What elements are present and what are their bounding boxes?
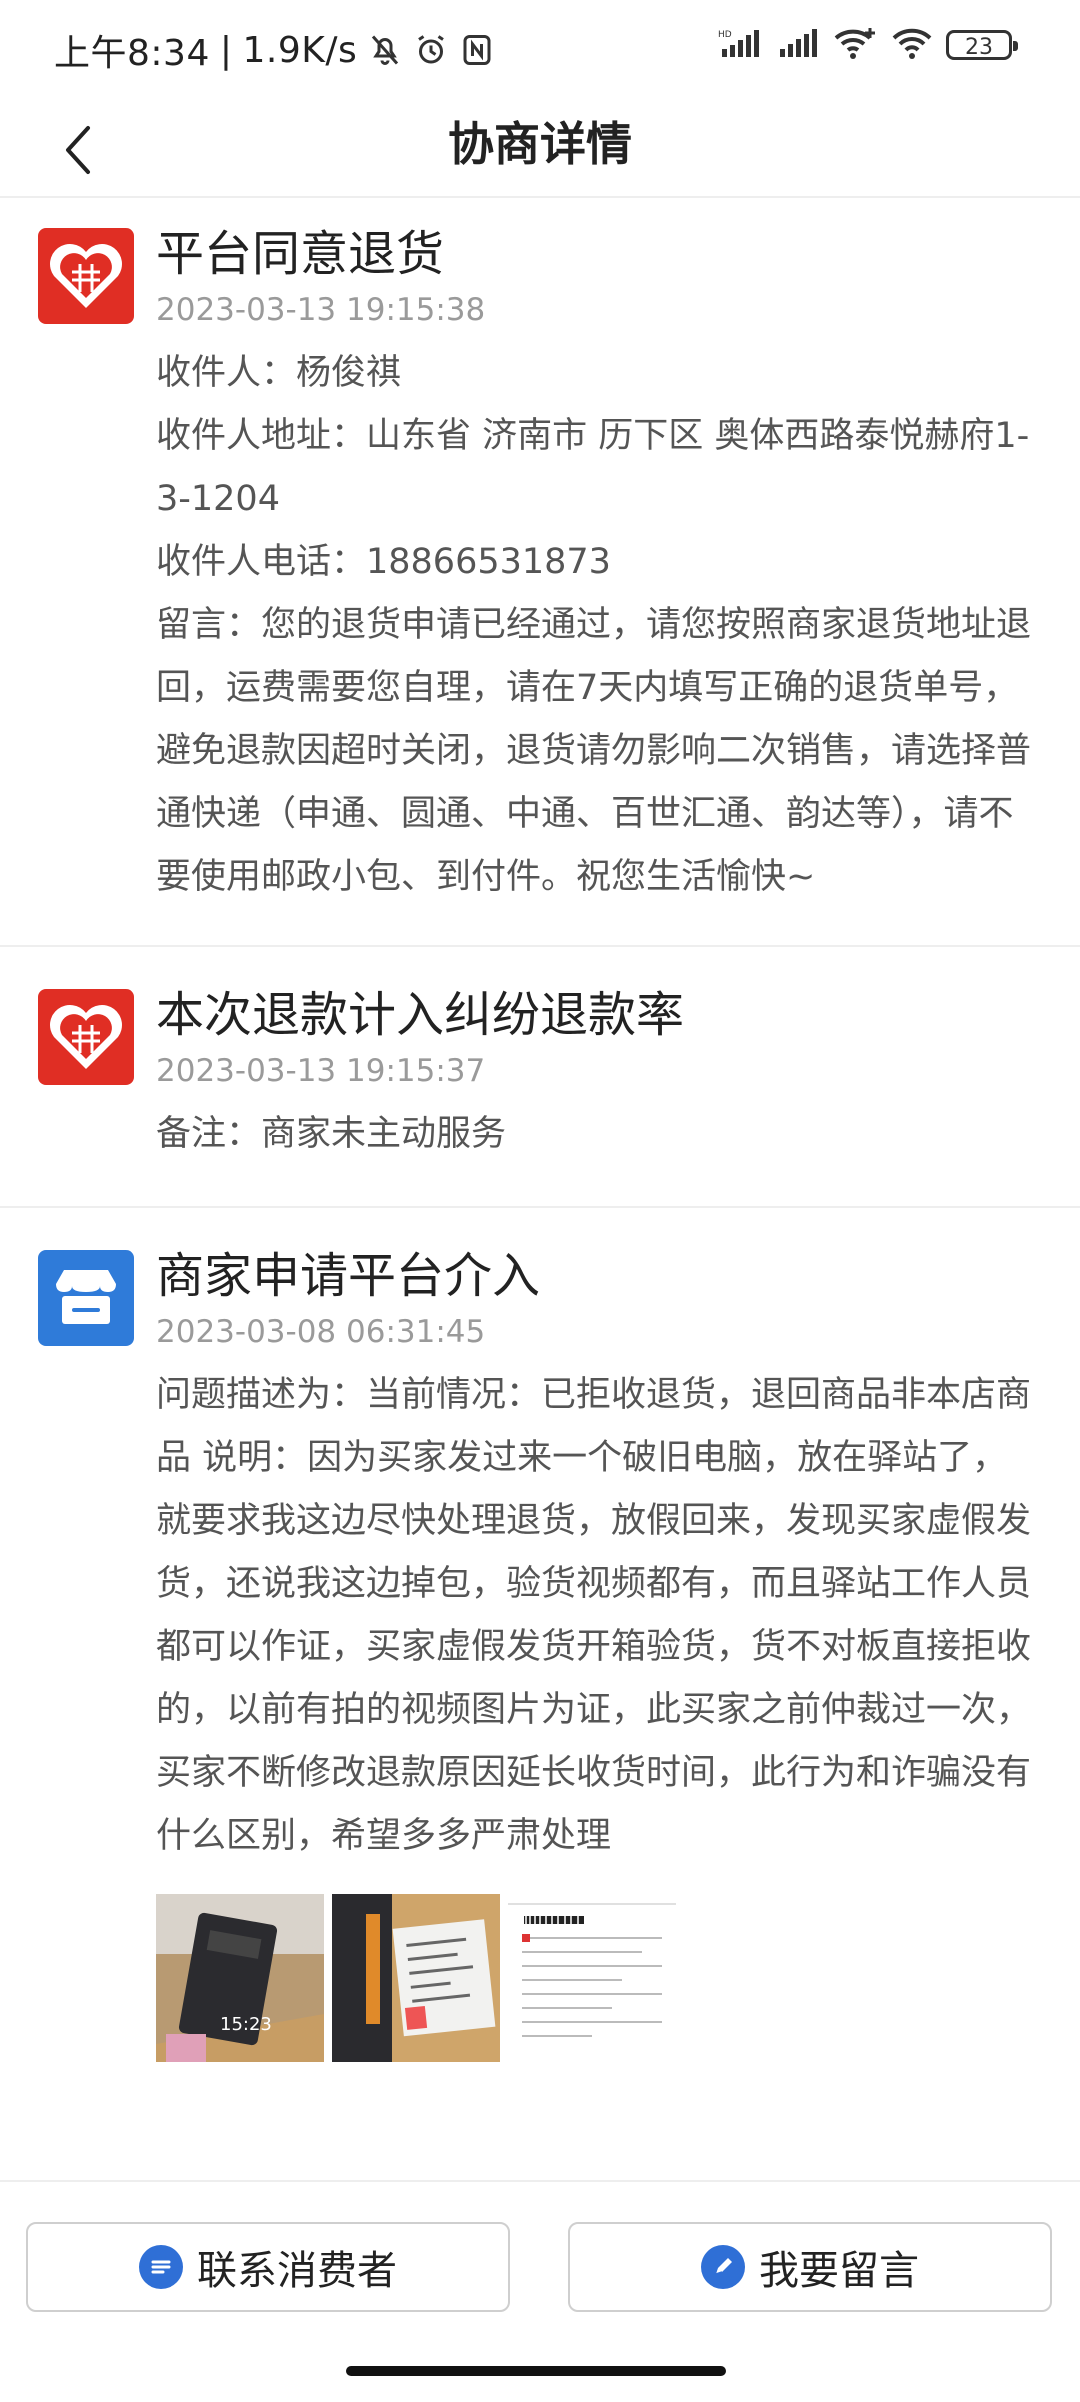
wifi-icon <box>892 26 932 64</box>
negotiation-timeline[interactable]: 平台同意退货 2023-03-13 19:15:38 收件人：杨俊祺 收件人地址… <box>0 198 1080 2178</box>
pencil-icon <box>701 2245 745 2289</box>
entry-timestamp: 2023-03-08 06:31:45 <box>156 1314 486 1350</box>
evidence-photos: 15:23 <box>156 1894 1040 2062</box>
nfc-icon <box>459 32 495 68</box>
signal-icon <box>778 27 820 63</box>
leave-message-label: 我要留言 <box>759 2248 919 2294</box>
entry-timestamp: 2023-03-13 19:15:37 <box>156 1053 486 1089</box>
timeline-entry-dispute-rate: 本次退款计入纠纷退款率 2023-03-13 19:15:37 备注：商家未主动… <box>0 947 1080 1208</box>
hd-signal-icon: HD <box>718 27 764 63</box>
package-label-photo-thumbnail[interactable] <box>332 1894 500 2062</box>
recipient-name: 收件人：杨俊祺 <box>156 353 402 393</box>
status-left: 上午8:34 | 1.9K/s <box>54 24 495 76</box>
entry-timestamp: 2023-03-13 19:15:38 <box>156 292 486 328</box>
alarm-icon <box>413 32 449 68</box>
status-bar: 上午8:34 | 1.9K/s HD 23 <box>0 0 1080 96</box>
entry-note: 备注：商家未主动服务 <box>156 1114 507 1154</box>
recipient-phone[interactable]: 收件人电话：18866531873 <box>156 531 1040 594</box>
timeline-entry-return-approved: 平台同意退货 2023-03-13 19:15:38 收件人：杨俊祺 收件人地址… <box>0 198 1080 947</box>
status-time: 上午8:34 <box>54 33 210 74</box>
platform-message: 留言：您的退货申请已经通过，请您按照商家退货地址退回，运费需要您自理，请在7天内… <box>156 605 1032 897</box>
entry-title: 平台同意退货 <box>156 226 445 282</box>
network-speed: 1.9K/s <box>242 29 358 71</box>
contact-consumer-button[interactable]: 联系消费者 <box>26 2222 510 2312</box>
merchant-store-logo <box>38 1250 134 1346</box>
photo-timestamp: 15:23 <box>220 2014 272 2035</box>
timeline-entry-merchant-appeal: 商家申请平台介入 2023-03-08 06:31:45 问题描述为：当前情况：… <box>0 1208 1080 2128</box>
mute-icon <box>367 32 403 68</box>
entry-title: 商家申请平台介入 <box>156 1248 541 1304</box>
home-indicator[interactable] <box>346 2366 726 2376</box>
receipt-document-thumbnail[interactable] <box>508 1894 676 2062</box>
page-title: 协商详情 <box>448 117 632 171</box>
recipient-address: 收件人地址：山东省 济南市 历下区 奥体西路泰悦赫府1-3-1204 <box>156 416 1030 519</box>
leave-message-button[interactable]: 我要留言 <box>568 2222 1052 2312</box>
pinduoduo-logo <box>38 989 134 1085</box>
pinduoduo-logo <box>38 228 134 324</box>
issue-description: 问题描述为：当前情况：已拒收退货，退回商品非本店商品 说明：因为买家发过来一个破… <box>156 1375 1032 1856</box>
chat-bubble-icon <box>139 2245 183 2289</box>
svg-text:HD: HD <box>718 30 732 40</box>
contact-consumer-label: 联系消费者 <box>197 2248 397 2294</box>
wifi-plus-icon <box>834 26 878 64</box>
status-right: HD 23 <box>718 26 1018 64</box>
status-separator: | <box>219 29 233 71</box>
entry-title: 本次退款计入纠纷退款率 <box>156 987 685 1043</box>
nav-header: 协商详情 <box>0 96 1080 198</box>
battery-icon: 23 <box>946 30 1018 60</box>
laptop-photo-thumbnail[interactable]: 15:23 <box>156 1894 324 2062</box>
